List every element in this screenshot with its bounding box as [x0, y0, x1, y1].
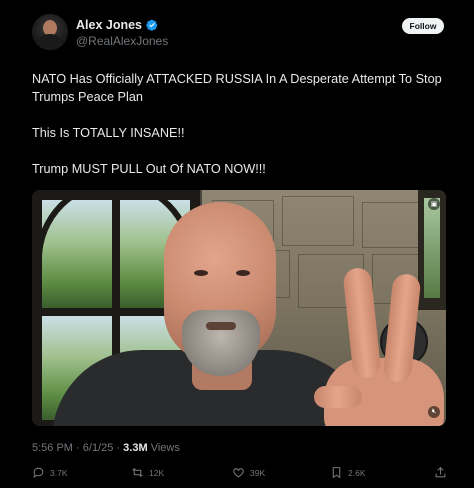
- tweet-video[interactable]: ▣ 🔇︎: [32, 190, 446, 426]
- tweet-text-line: Trump MUST PULL Out Of NATO NOW!!!: [32, 162, 266, 176]
- like-count: 39K: [250, 467, 266, 478]
- bookmark-button[interactable]: 2.6K: [330, 466, 366, 479]
- muted-speaker-icon[interactable]: 🔇︎: [428, 406, 440, 418]
- reply-count: 3.7K: [50, 467, 68, 478]
- media-options-icon[interactable]: ▣: [428, 198, 440, 210]
- follow-button[interactable]: Follow: [402, 18, 444, 34]
- views-count: 3.3M: [123, 442, 148, 454]
- video-hand-gesture: [314, 266, 444, 426]
- tweet-date[interactable]: 6/1/25: [83, 442, 114, 454]
- repost-icon: [132, 467, 143, 478]
- views-label: Views: [150, 442, 180, 454]
- action-bar: 3.7K 12K 39K 2.6K: [32, 466, 452, 482]
- author-display-name[interactable]: Alex Jones: [76, 18, 142, 32]
- tweet-text-line: This Is TOTALLY INSANE!!: [32, 126, 185, 140]
- meta-separator: ·: [116, 442, 121, 454]
- bookmark-icon: [332, 467, 341, 479]
- author-name-row: Alex Jones: [76, 17, 158, 33]
- meta-separator: ·: [76, 442, 80, 454]
- author-handle[interactable]: @RealAlexJones: [76, 34, 168, 48]
- reply-button[interactable]: 3.7K: [32, 466, 68, 479]
- repost-count: 12K: [149, 467, 165, 478]
- tweet-meta: 5:56 PM · 6/1/25 · 3.3M Views: [32, 442, 180, 454]
- tweet-time[interactable]: 5:56 PM: [32, 442, 73, 454]
- like-button[interactable]: 39K: [232, 466, 265, 479]
- share-icon: [435, 466, 446, 478]
- bookmark-count: 2.6K: [348, 467, 366, 478]
- heart-icon: [233, 468, 244, 478]
- tweet-text: NATO Has Officially ATTACKED RUSSIA In A…: [32, 70, 442, 196]
- tweet: Alex Jones @RealAlexJones Follow NATO Ha…: [0, 0, 474, 488]
- avatar[interactable]: [32, 14, 68, 50]
- tweet-text-line: NATO Has Officially ATTACKED RUSSIA In A…: [32, 72, 442, 104]
- verified-badge-icon: [146, 19, 158, 31]
- tweet-header: Alex Jones @RealAlexJones Follow: [32, 14, 444, 54]
- share-button[interactable]: [434, 466, 452, 479]
- reply-icon: [33, 467, 44, 478]
- repost-button[interactable]: 12K: [131, 466, 164, 479]
